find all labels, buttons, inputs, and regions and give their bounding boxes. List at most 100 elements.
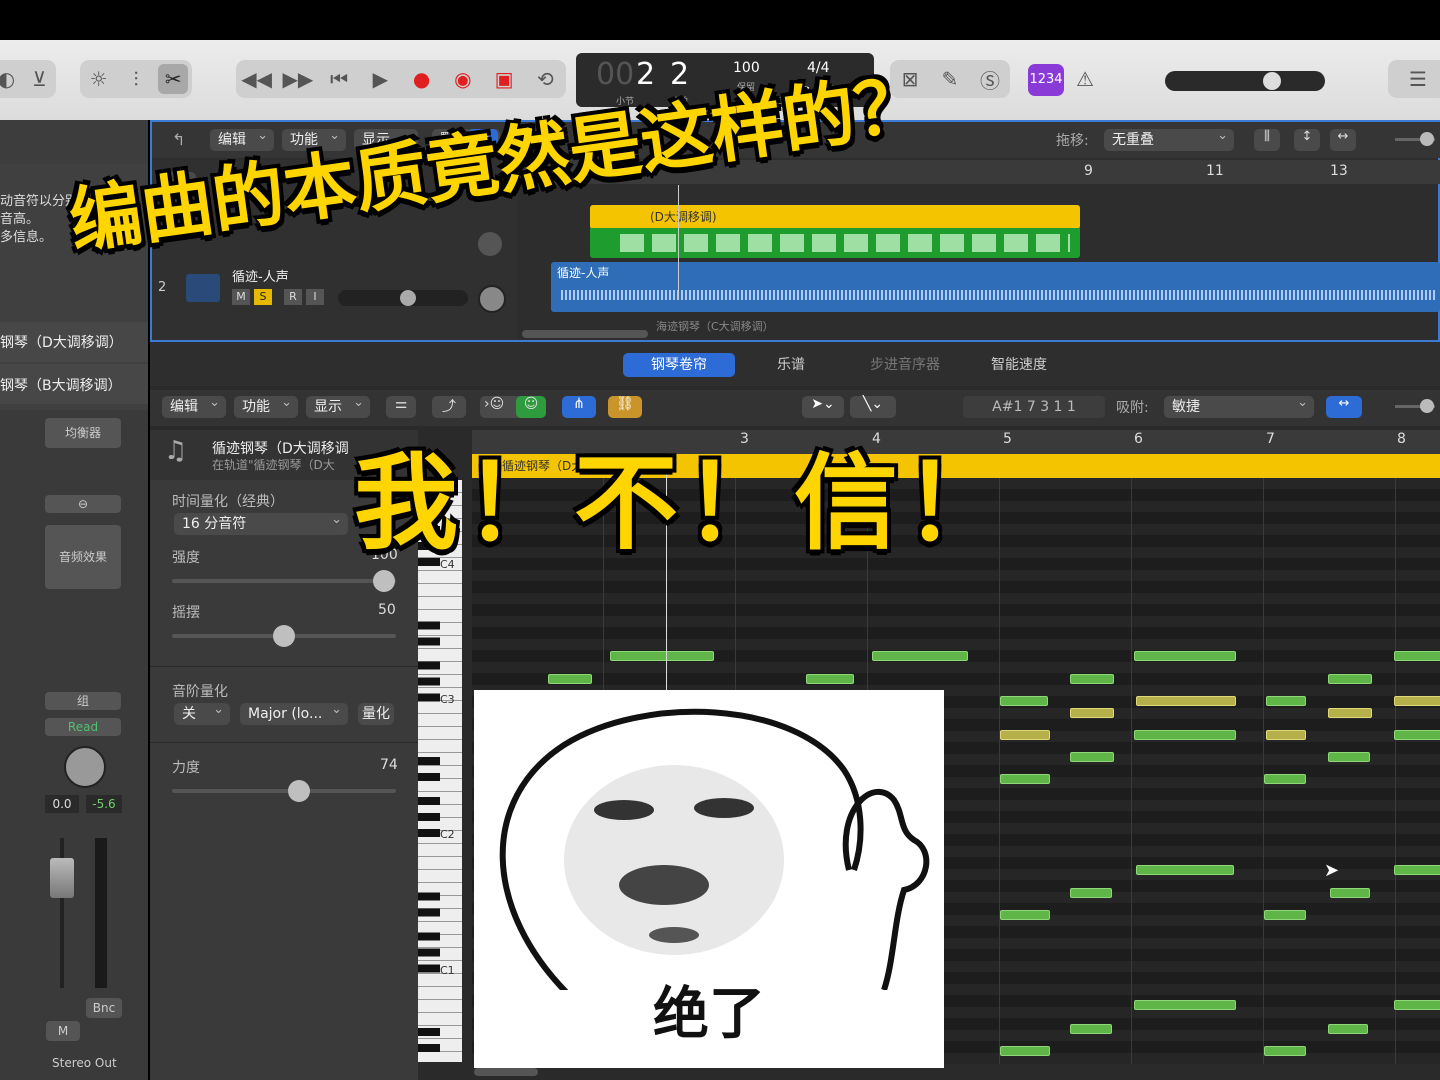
settings-icon[interactable]: ☼ — [84, 64, 114, 94]
midi-note[interactable] — [1394, 696, 1440, 706]
velocity-knob[interactable] — [288, 780, 310, 802]
midi-note[interactable] — [548, 674, 592, 684]
midi-note[interactable] — [1134, 730, 1236, 740]
pointer-tool-icon[interactable]: ➤⌄ — [802, 396, 844, 418]
midi-note[interactable] — [1264, 1046, 1306, 1056]
strength-knob[interactable] — [373, 570, 395, 592]
midi-note[interactable] — [1000, 774, 1050, 784]
bounce-button[interactable]: Bnc — [86, 998, 122, 1018]
metronome-icon[interactable]: ⚠ — [1070, 64, 1100, 94]
strength-slider[interactable] — [172, 579, 396, 583]
scissors-icon[interactable]: ✂ — [158, 64, 189, 94]
midi-note[interactable] — [1394, 651, 1440, 661]
roll-scrollbar[interactable] — [474, 1068, 538, 1076]
waveform-zoom-icon[interactable]: ⫼ — [1254, 129, 1280, 151]
midi-note[interactable] — [1394, 1000, 1440, 1010]
volume-readout[interactable]: 0.0 — [45, 795, 79, 813]
track2-volume[interactable] — [338, 290, 468, 306]
midi-note[interactable] — [1330, 888, 1370, 898]
output-label[interactable]: Stereo Out — [52, 1056, 117, 1070]
midi-note[interactable] — [1134, 651, 1236, 661]
midi-note[interactable] — [1134, 1000, 1236, 1010]
link-icon[interactable]: ⛓ — [608, 396, 642, 418]
mixer-icon[interactable]: ⫶ — [121, 64, 151, 94]
scale-off-select[interactable]: 关 — [174, 699, 230, 725]
quantize-button[interactable]: 量化 — [358, 703, 394, 725]
automation-read[interactable]: Read — [45, 718, 121, 736]
master-volume-knob[interactable] — [1263, 72, 1281, 90]
inbox-icon[interactable]: ⊻ — [25, 64, 55, 94]
pencil-icon[interactable]: ✎ — [935, 64, 965, 94]
autopunch-icon[interactable]: ▣ — [489, 64, 519, 94]
play-icon[interactable]: ▶ — [365, 64, 395, 94]
track2-record[interactable]: R — [284, 289, 302, 305]
vertical-zoom-icon[interactable]: ↕ — [1294, 129, 1320, 151]
eq-slot[interactable]: 均衡器 — [45, 418, 121, 448]
tracks-scrollbar[interactable] — [522, 330, 648, 338]
group-slot[interactable]: 组 — [45, 692, 121, 710]
count-in-badge[interactable]: 1234 — [1028, 64, 1064, 96]
track2-solo[interactable]: S — [254, 289, 272, 305]
midi-note[interactable] — [610, 651, 714, 661]
scale-mode-select[interactable]: Major (lo... — [240, 699, 348, 725]
midi-note[interactable] — [1070, 1024, 1112, 1034]
track2-mute[interactable]: M — [232, 289, 250, 305]
horizontal-zoom-icon[interactable]: ↔ — [1330, 129, 1356, 151]
midi-note[interactable] — [1136, 696, 1236, 706]
track2-input[interactable]: I — [306, 289, 324, 305]
volume-fader[interactable] — [50, 858, 74, 898]
audio-fx-slot[interactable]: 音频效果 — [45, 525, 121, 589]
tracks-zoom-knob[interactable] — [1420, 132, 1434, 146]
pencil-tool-icon[interactable]: ╲⌄ — [850, 396, 896, 418]
drag-mode-select[interactable]: 无重叠 — [1104, 125, 1234, 151]
rewind-icon[interactable]: ◀◀ — [241, 64, 272, 94]
editor-func-menu[interactable]: 功能 — [234, 392, 298, 418]
editor-view-menu[interactable]: 显示 — [306, 392, 370, 418]
editor-edit-menu[interactable]: 编辑 — [162, 392, 226, 418]
midi-region-header[interactable]: (D大调移调) — [590, 205, 1080, 229]
velocity-slider[interactable] — [172, 789, 396, 793]
midi-note[interactable] — [1266, 696, 1306, 706]
midi-note[interactable] — [1394, 865, 1440, 875]
link-button[interactable]: ⊖ — [45, 495, 121, 513]
midi-note[interactable] — [1394, 730, 1440, 740]
track1-pan[interactable] — [478, 232, 502, 256]
pan-knob[interactable] — [64, 746, 106, 788]
midi-note[interactable] — [1328, 708, 1372, 718]
midi-note[interactable] — [1000, 1046, 1050, 1056]
record-icon[interactable]: ● — [407, 64, 437, 94]
midi-note[interactable] — [1000, 730, 1050, 740]
midi-note[interactable] — [1266, 730, 1306, 740]
s-icon[interactable]: Ⓢ — [975, 64, 1005, 94]
midi-note[interactable] — [1136, 865, 1234, 875]
tracks-playhead[interactable] — [678, 185, 679, 300]
midi-note[interactable] — [1070, 708, 1114, 718]
snap-select[interactable]: 敏捷 — [1164, 392, 1314, 418]
list-icon[interactable]: ☰ — [1403, 64, 1433, 94]
collapse-icon[interactable]: ⚌ — [386, 396, 416, 418]
replace-record-icon[interactable]: ◉ — [448, 64, 478, 94]
midi-note[interactable] — [1070, 888, 1112, 898]
track2-pan[interactable] — [478, 285, 506, 313]
mute-button[interactable]: M — [46, 1021, 80, 1041]
tab-score[interactable]: 乐谱 — [735, 353, 847, 377]
midi-note[interactable] — [806, 674, 854, 684]
midi-out-icon[interactable]: ☺ — [516, 396, 546, 418]
track2-volume-knob[interactable] — [400, 290, 416, 306]
tab-piano-roll[interactable]: 钢琴卷帘 — [623, 353, 735, 377]
midi-note[interactable] — [872, 651, 968, 661]
midi-note y[interactable] — [1328, 674, 1372, 684]
editor-hzoom-icon[interactable]: ↔ — [1326, 396, 1362, 418]
midi-in-icon[interactable]: ›☺ — [484, 396, 504, 412]
midi-note[interactable] — [1264, 774, 1306, 784]
midi-region-body[interactable] — [590, 228, 1080, 258]
midi-note[interactable] — [1264, 910, 1306, 920]
fast-forward-icon[interactable]: ▶▶ — [283, 64, 314, 94]
editor-zoom-knob[interactable] — [1420, 399, 1434, 413]
to-start-icon[interactable]: ⏮ — [324, 64, 354, 94]
inspector-track-a[interactable]: 钢琴（D大调移调） — [0, 332, 123, 352]
track2-name[interactable]: 循迹-人声 — [232, 266, 289, 285]
cycle-icon[interactable]: ⟲ — [530, 64, 560, 94]
library-icon[interactable]: ◐ — [0, 64, 22, 94]
tab-step-sequencer[interactable]: 步进音序器 — [849, 353, 961, 377]
